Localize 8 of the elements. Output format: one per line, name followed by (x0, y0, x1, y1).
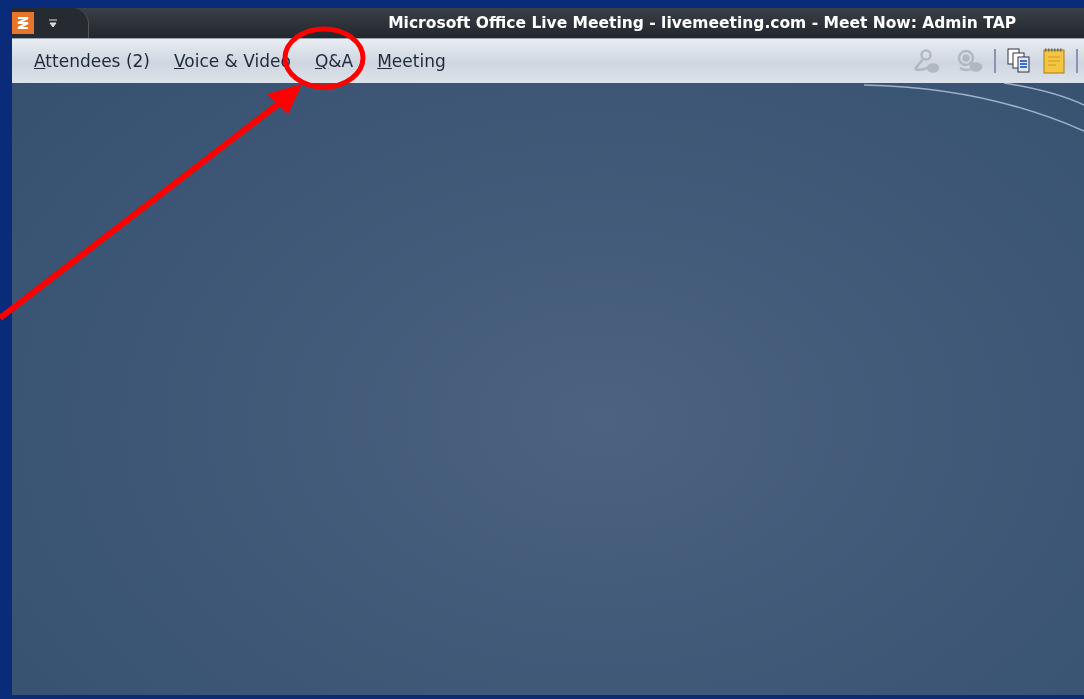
documents-icon[interactable] (1006, 47, 1032, 75)
window-title: Microsoft Office Live Meeting - livemeeting.com - Meet Now: Admin TAP (387, 14, 1017, 32)
menu-item[interactable]: Attendees (2) (12, 51, 162, 71)
dropdown-icon[interactable] (48, 18, 58, 28)
menu-item[interactable]: Q&A (302, 51, 366, 71)
menu-item[interactable]: Meeting (365, 51, 458, 71)
notepad-icon[interactable] (1042, 47, 1066, 75)
app-logo-icon[interactable] (12, 12, 34, 34)
